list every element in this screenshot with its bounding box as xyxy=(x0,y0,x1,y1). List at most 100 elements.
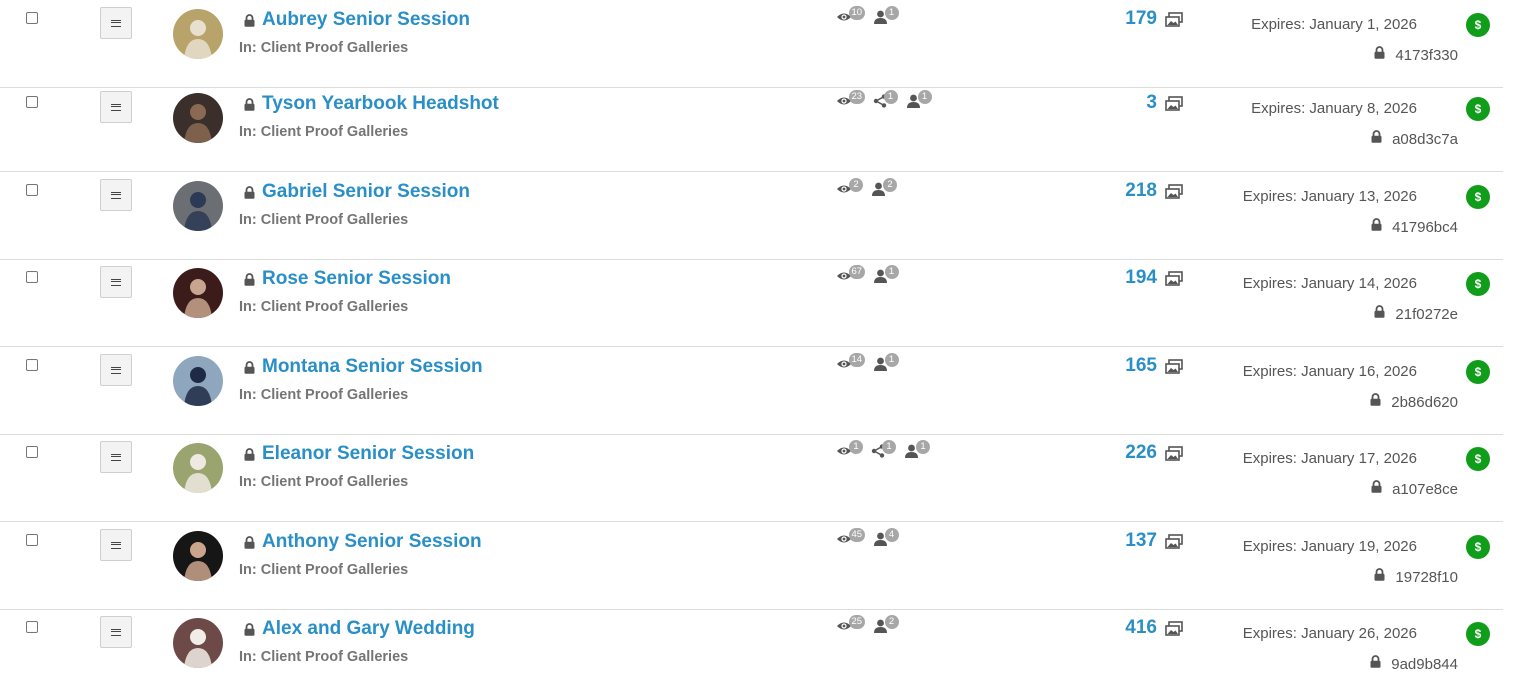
lock-icon xyxy=(244,536,255,549)
access-code: a08d3c7a xyxy=(1371,130,1458,148)
menu-icon xyxy=(111,366,121,374)
gallery-title-link[interactable]: Alex and Gary Wedding xyxy=(262,618,475,640)
access-code-value: 4173f330 xyxy=(1395,46,1458,64)
avatar[interactable] xyxy=(173,356,223,406)
stat-badge: 2 xyxy=(884,615,899,629)
row-menu-button[interactable] xyxy=(100,179,132,211)
gallery-folder: In: Client Proof Galleries xyxy=(239,474,409,490)
row-menu-button[interactable] xyxy=(100,616,132,648)
expiration-date: Expires: January 16, 2026 xyxy=(1242,363,1417,380)
select-checkbox[interactable] xyxy=(26,184,38,196)
menu-icon xyxy=(111,103,121,111)
avatar[interactable] xyxy=(173,9,223,59)
select-checkbox[interactable] xyxy=(26,271,38,283)
photo-count[interactable]: 3 xyxy=(1146,92,1157,114)
gallery-folder: In: Client Proof Galleries xyxy=(239,40,409,56)
access-code-value: a107e8ce xyxy=(1392,480,1458,498)
expiration-date: Expires: January 13, 2026 xyxy=(1242,188,1417,205)
gallery-stats: 22 xyxy=(836,178,905,198)
stat-badge: 23 xyxy=(849,90,865,104)
photo-count[interactable]: 416 xyxy=(1125,617,1157,639)
lock-icon xyxy=(1370,393,1391,411)
select-checkbox[interactable] xyxy=(26,534,38,546)
stat-badge: 1 xyxy=(884,353,899,367)
photos-icon xyxy=(1165,621,1183,636)
row-menu-button[interactable] xyxy=(100,529,132,561)
stat-badge: 45 xyxy=(849,528,865,542)
stat-badge: 2 xyxy=(849,178,863,192)
stat-badge: 67 xyxy=(849,265,865,279)
select-checkbox[interactable] xyxy=(26,12,38,24)
gallery-stats: 25 2 xyxy=(836,615,907,635)
access-code: 4173f330 xyxy=(1374,46,1458,64)
avatar[interactable] xyxy=(173,443,223,493)
expiration-date: Expires: January 17, 2026 xyxy=(1242,450,1417,467)
row-menu-button[interactable] xyxy=(100,441,132,473)
photos-icon xyxy=(1165,271,1183,286)
paid-dollar-icon: $ xyxy=(1466,535,1490,559)
stat-badge: 1 xyxy=(849,440,863,454)
gallery-title-link[interactable]: Tyson Yearbook Headshot xyxy=(262,93,499,115)
row-menu-button[interactable] xyxy=(100,7,132,39)
select-checkbox[interactable] xyxy=(26,446,38,458)
access-code-value: 9ad9b844 xyxy=(1391,655,1458,673)
stat-eye: 45 xyxy=(836,528,865,546)
menu-icon xyxy=(111,453,121,461)
paid-dollar-icon: $ xyxy=(1466,272,1490,296)
access-code-value: 2b86d620 xyxy=(1391,393,1458,411)
lock-icon xyxy=(244,623,255,636)
gallery-title-link[interactable]: Aubrey Senior Session xyxy=(262,9,470,31)
gallery-title-link[interactable]: Anthony Senior Session xyxy=(262,531,482,553)
gallery-row: Aubrey Senior Session In: Client Proof Ga… xyxy=(0,0,1503,88)
stat-eye: 10 xyxy=(836,6,865,24)
gallery-title-link[interactable]: Eleanor Senior Session xyxy=(262,443,474,465)
stat-badge: 1 xyxy=(917,90,932,104)
select-checkbox[interactable] xyxy=(26,359,38,371)
lock-icon xyxy=(244,448,255,461)
expiration-date: Expires: January 8, 2026 xyxy=(1251,100,1417,117)
lock-icon xyxy=(1374,305,1395,323)
lock-icon xyxy=(244,98,255,111)
avatar[interactable] xyxy=(173,618,223,668)
photos-icon xyxy=(1165,359,1183,374)
stat-badge: 10 xyxy=(849,6,865,20)
photo-count[interactable]: 218 xyxy=(1125,180,1157,202)
stat-person: 1 xyxy=(904,440,930,458)
photo-count[interactable]: 137 xyxy=(1125,530,1157,552)
stat-badge: 14 xyxy=(849,353,865,367)
row-menu-button[interactable] xyxy=(100,91,132,123)
select-checkbox[interactable] xyxy=(26,621,38,633)
gallery-title-link[interactable]: Gabriel Senior Session xyxy=(262,181,470,203)
lock-icon xyxy=(244,186,255,199)
gallery-row: Alex and Gary Wedding In: Client Proof Ga… xyxy=(0,609,1503,696)
gallery-title-link[interactable]: Montana Senior Session xyxy=(262,356,483,378)
photos-icon xyxy=(1165,534,1183,549)
row-menu-button[interactable] xyxy=(100,354,132,386)
stat-person: 4 xyxy=(873,528,899,546)
photo-count[interactable]: 179 xyxy=(1125,8,1157,30)
avatar[interactable] xyxy=(173,181,223,231)
stat-badge: 1 xyxy=(883,90,898,104)
lock-icon xyxy=(1371,480,1392,498)
access-code: 41796bc4 xyxy=(1371,218,1458,236)
expiration-date: Expires: January 1, 2026 xyxy=(1251,16,1417,33)
gallery-stats: 45 4 xyxy=(836,528,907,548)
photo-count[interactable]: 226 xyxy=(1125,442,1157,464)
avatar[interactable] xyxy=(173,268,223,318)
access-code: 19728f10 xyxy=(1374,568,1458,586)
row-menu-button[interactable] xyxy=(100,266,132,298)
gallery-row: Rose Senior Session In: Client Proof Gall… xyxy=(0,259,1503,347)
access-code: 21f0272e xyxy=(1374,305,1458,323)
photo-count[interactable]: 165 xyxy=(1125,355,1157,377)
paid-dollar-icon: $ xyxy=(1466,13,1490,37)
stat-person: 1 xyxy=(873,353,899,371)
avatar[interactable] xyxy=(173,93,223,143)
avatar[interactable] xyxy=(173,531,223,581)
stat-person: 1 xyxy=(873,6,899,24)
photo-count[interactable]: 194 xyxy=(1125,267,1157,289)
gallery-title-link[interactable]: Rose Senior Session xyxy=(262,268,451,290)
lock-icon xyxy=(1374,568,1395,586)
stat-person: 1 xyxy=(873,265,899,283)
select-checkbox[interactable] xyxy=(26,96,38,108)
gallery-stats: 1 1 1 xyxy=(836,440,938,460)
